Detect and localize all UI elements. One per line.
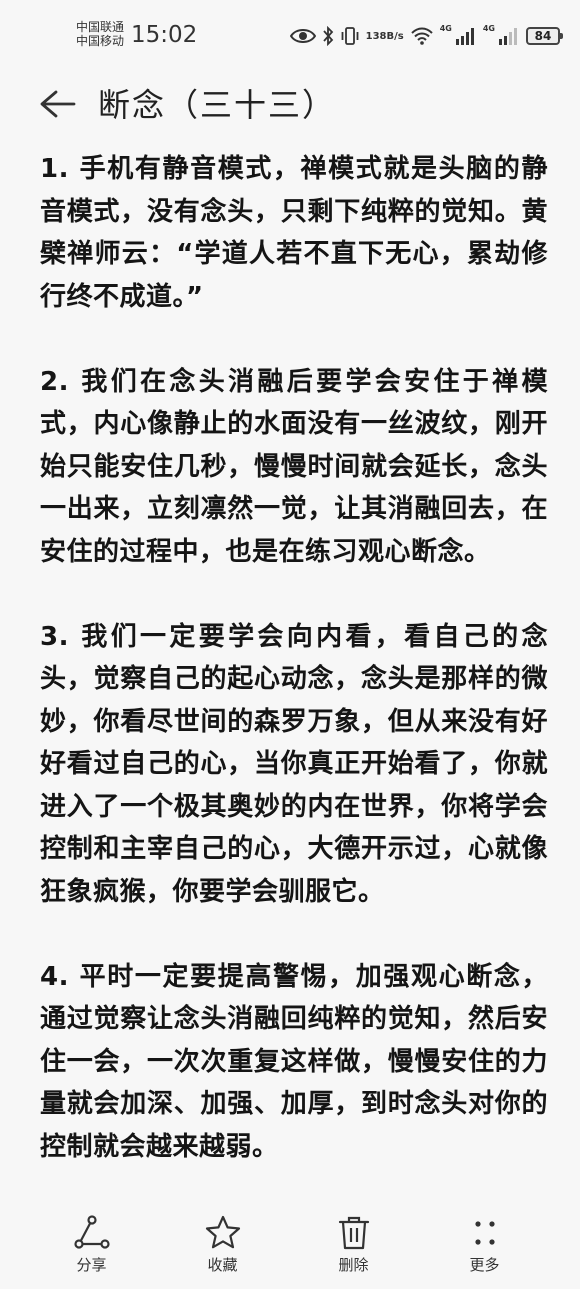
bottom-toolbar: 分享 收藏 删除 更多 <box>0 1204 580 1289</box>
share-label: 分享 <box>76 1256 107 1274</box>
article-content: 1. 手机有静音模式，禅模式就是头脑的静音模式，没有念头，只剩下纯粹的觉知。黄檗… <box>40 148 548 1211</box>
back-button[interactable] <box>38 84 78 124</box>
more-label: 更多 <box>469 1256 500 1274</box>
arrow-left-icon <box>40 90 76 118</box>
share-icon <box>73 1215 110 1249</box>
article-paragraph-1: 1. 手机有静音模式，禅模式就是头脑的静音模式，没有念头，只剩下纯粹的觉知。黄檗… <box>40 154 548 312</box>
more-button[interactable]: 更多 <box>419 1204 550 1289</box>
article-paragraph-2: 2. 我们在念头消融后要学会安住于禅模式，内心像静止的水面没有一丝波纹，刚开始只… <box>40 366 548 567</box>
net-speed-value: 138 <box>365 30 387 42</box>
favorite-button[interactable]: 收藏 <box>157 1204 288 1289</box>
page-header: 断念（三十三） <box>0 78 580 134</box>
net-speed: 138 B/s <box>366 31 404 42</box>
favorite-label: 收藏 <box>207 1256 238 1274</box>
page-title: 断念（三十三） <box>98 86 337 124</box>
signal-bars-icon <box>455 27 477 45</box>
star-icon <box>205 1215 240 1249</box>
delete-label: 删除 <box>338 1256 369 1274</box>
signal-1-label: 4G <box>439 24 452 33</box>
vibrate-icon <box>340 26 360 46</box>
article-paragraph-3: 3. 我们一定要学会向内看，看自己的念头，觉察自己的起心动念，念头是那样的微妙，… <box>40 621 548 907</box>
net-speed-unit: B/s <box>386 30 404 42</box>
trash-icon <box>338 1216 369 1250</box>
signal-2-label: 4G <box>482 24 495 33</box>
carrier-2: 中国移动 <box>76 34 125 48</box>
bluetooth-icon <box>322 26 334 46</box>
status-bar: 中国联通 中国移动 15:02 138 B/s 4G 4G 84 <box>0 0 580 62</box>
status-icons: 138 B/s 4G 4G 84 <box>289 22 563 50</box>
eye-icon <box>289 27 316 45</box>
dots-icon <box>474 1221 495 1245</box>
share-button[interactable]: 分享 <box>26 1204 157 1289</box>
delete-button[interactable]: 删除 <box>288 1204 419 1289</box>
status-time: 15:02 <box>131 22 198 48</box>
carrier-1: 中国联通 <box>76 20 125 34</box>
wifi-icon <box>410 26 434 46</box>
battery-indicator: 84 <box>526 27 563 45</box>
signal-bars-icon <box>498 27 520 45</box>
article-paragraph-4: 4. 平时一定要提高警惕，加强观心断念，通过觉察让念头消融回纯粹的觉知，然后安住… <box>40 961 548 1162</box>
carrier-info: 中国联通 中国移动 <box>76 20 124 48</box>
